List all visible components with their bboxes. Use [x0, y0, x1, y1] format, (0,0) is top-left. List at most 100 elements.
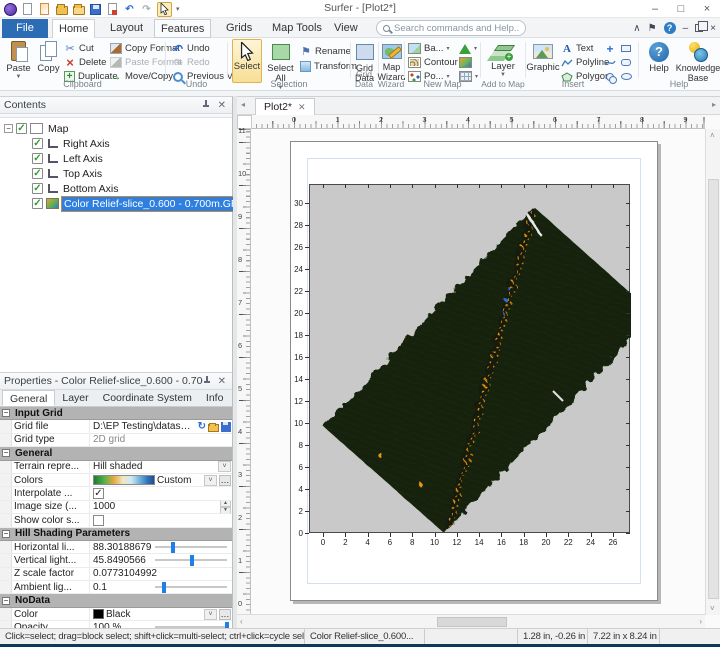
insert-rectangle-button[interactable] [620, 42, 632, 55]
new-color-relief-button[interactable] [459, 56, 472, 69]
tree-item-color-relief-slice-0-600-0-700m-grd[interactable]: ✓Color Relief-slice_0.600 - 0.700m.GRD [0, 196, 232, 211]
mdi-close-icon[interactable]: × [710, 23, 716, 34]
insert-spline-button[interactable] [604, 56, 616, 69]
copy-button[interactable]: Copy [35, 39, 62, 83]
insert-polyline-button[interactable]: Polyline [561, 56, 609, 69]
mdi-restore-icon[interactable] [695, 24, 703, 32]
map-plot-frame[interactable] [309, 184, 630, 533]
select-button[interactable]: Select [232, 39, 262, 83]
copy-format-button[interactable]: Copy Format [110, 42, 180, 55]
section-expander-icon[interactable]: − [2, 449, 10, 457]
slider-thumb[interactable] [171, 542, 175, 553]
visibility-checkbox[interactable]: ✓ [32, 153, 43, 164]
tree-item-left-axis[interactable]: ✓Left Axis [0, 151, 232, 166]
prop-checkbox[interactable] [93, 515, 104, 526]
delete-button[interactable]: Delete [64, 56, 106, 69]
close-properties-icon[interactable]: ✕ [218, 376, 226, 387]
tree-item-right-axis[interactable]: ✓Right Axis [0, 136, 232, 151]
scroll-left-icon[interactable]: ‹ [240, 617, 243, 626]
dropdown-arrow-icon[interactable]: ˅ [218, 461, 231, 472]
add-layer-button[interactable]: Layer▼ [487, 39, 519, 83]
section-expander-icon[interactable]: − [2, 409, 10, 417]
grid-file-browse-icon[interactable] [208, 424, 219, 432]
scroll-right-icon[interactable]: › [699, 617, 702, 626]
tab-file[interactable]: File [2, 19, 48, 38]
tab-layout[interactable]: Layout [104, 19, 149, 38]
tab-layer[interactable]: Layer [55, 390, 95, 406]
dropdown-arrow-icon[interactable]: ˅ [204, 609, 217, 620]
horizontal-scrollbar[interactable]: ‹ › [237, 614, 705, 628]
tree-expander-icon[interactable]: − [4, 124, 13, 133]
tab-home[interactable]: Home [52, 19, 95, 38]
insert-symbol-button[interactable] [604, 42, 616, 55]
vertical-scrollbar[interactable]: ˄ ˅ [705, 129, 720, 615]
document-tab-plot2[interactable]: Plot2* ✕ [255, 98, 315, 115]
slider-track[interactable] [155, 586, 227, 588]
tab-features[interactable]: Features [154, 19, 211, 38]
prop-checkbox[interactable]: ✓ [93, 488, 104, 499]
tab-view[interactable]: View [328, 19, 364, 38]
tab-coordinate-system[interactable]: Coordinate System [96, 390, 199, 406]
tab-grids[interactable]: Grids [220, 19, 258, 38]
minimize-button[interactable]: – [642, 0, 668, 18]
redo-button[interactable]: Redo [172, 56, 210, 69]
slider-thumb[interactable] [162, 582, 166, 593]
pin-ribbon-icon[interactable]: ∧ [633, 23, 640, 34]
tab-scroll-left-icon[interactable]: ◂ [241, 100, 245, 109]
grid-file-reload-icon[interactable] [198, 421, 206, 432]
visibility-checkbox[interactable]: ✓ [32, 138, 43, 149]
section-expander-icon[interactable]: − [2, 597, 10, 605]
knowledge-base-button[interactable]: Knowledge Base [676, 39, 720, 83]
pin-properties-icon[interactable] [203, 376, 210, 386]
insert-ellipse-button[interactable] [620, 70, 632, 83]
pin-panel-icon[interactable] [202, 100, 210, 110]
dropdown-arrow-icon[interactable]: ˅ [204, 475, 217, 486]
new-contour-map-button[interactable]: Contour [408, 56, 458, 69]
tree-item-map[interactable]: −✓Map [0, 121, 232, 136]
new-3d-surface-button[interactable]: ▾ [459, 42, 477, 55]
select-all-button[interactable]: Select All▼ [264, 39, 297, 83]
colormap-edit-button[interactable]: … [219, 475, 231, 486]
slider-track[interactable] [155, 559, 227, 561]
new-base-map-button[interactable]: Ba...▾ [408, 42, 450, 55]
tab-info[interactable]: Info [199, 390, 231, 406]
cut-button[interactable]: Cut [64, 42, 94, 55]
insert-text-button[interactable]: Text [561, 42, 593, 55]
vertical-scroll-thumb[interactable] [708, 179, 719, 599]
tree-item-top-axis[interactable]: ✓Top Axis [0, 166, 232, 181]
map-wizard-button[interactable]: Map Wizard [379, 39, 404, 83]
grid-file-save-icon[interactable] [221, 422, 231, 432]
scroll-up-icon[interactable]: ˄ [710, 131, 715, 140]
slider-thumb[interactable] [190, 555, 194, 566]
tab-general[interactable]: General [2, 390, 55, 406]
tree-item-bottom-axis[interactable]: ✓Bottom Axis [0, 181, 232, 196]
horizontal-scroll-thumb[interactable] [437, 617, 507, 627]
insert-rounded-rectangle-button[interactable] [620, 56, 632, 69]
tab-map-tools[interactable]: Map Tools [266, 19, 328, 38]
help-button[interactable]: ? Help [644, 39, 674, 83]
slider-track[interactable] [155, 546, 227, 548]
insert-graphic-button[interactable]: Graphic [527, 39, 559, 83]
spinner-arrows[interactable]: ▲▼ [220, 501, 231, 513]
search-input[interactable]: Search commands and Help... [376, 20, 526, 36]
tab-scroll-right-icon[interactable]: ▸ [712, 100, 716, 109]
colormap-swatch[interactable] [93, 475, 155, 485]
visibility-checkbox[interactable]: ✓ [32, 168, 43, 179]
visibility-checkbox[interactable]: ✓ [32, 183, 43, 194]
maximize-button[interactable]: □ [668, 0, 694, 18]
document-tab-close-icon[interactable]: ✕ [298, 102, 306, 113]
visibility-checkbox[interactable]: ✓ [32, 198, 43, 209]
flag-icon[interactable]: ⚑ [648, 23, 657, 34]
scroll-down-icon[interactable]: ˅ [710, 604, 715, 613]
visibility-checkbox[interactable]: ✓ [16, 123, 27, 134]
color-relief-map[interactable] [310, 185, 631, 534]
paste-button[interactable]: Paste▼ [4, 39, 33, 83]
help-icon[interactable]: ? [664, 22, 676, 34]
mdi-minimize-icon[interactable]: – [683, 23, 689, 34]
rename-button[interactable]: Rename [300, 45, 351, 58]
undo-button[interactable]: Undo [172, 42, 210, 55]
section-expander-icon[interactable]: − [2, 530, 10, 538]
close-button[interactable]: × [694, 0, 720, 18]
color-edit-button[interactable]: … [219, 609, 231, 620]
close-panel-icon[interactable]: ✕ [218, 100, 226, 111]
